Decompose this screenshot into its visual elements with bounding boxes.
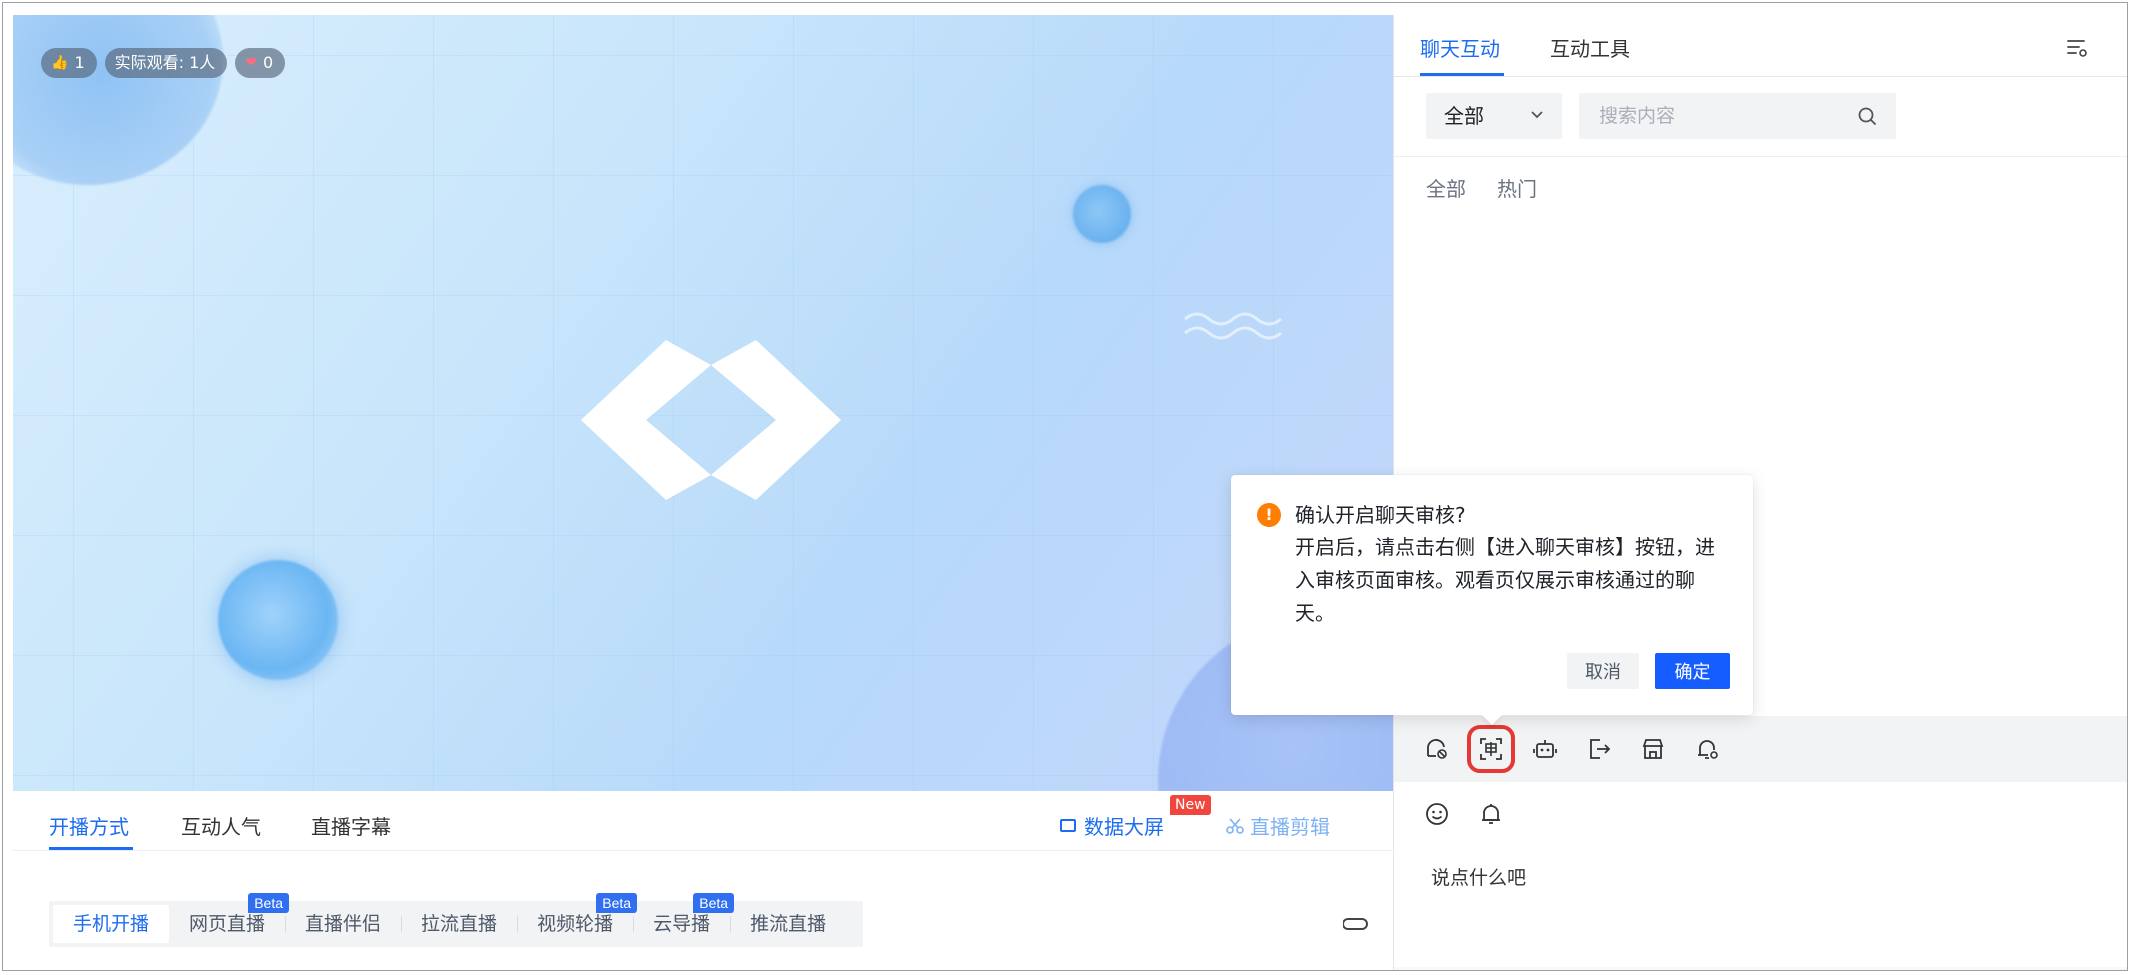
decorative-orb [218, 560, 338, 680]
chat-review-confirm-popover: ! 确认开启聊天审核? 开启后，请点击右侧【进入聊天审核】按钮，进入审核页面审核… [1231, 475, 1753, 715]
heart-icon: ❤ [245, 55, 258, 71]
brand-logo [581, 340, 841, 500]
monitor-icon [1060, 819, 1076, 832]
tab-interaction-popularity[interactable]: 互动人气 [181, 811, 261, 840]
mode-mobile-broadcast[interactable]: 手机开播 [53, 905, 170, 943]
beta-badge: Beta [693, 893, 735, 913]
robot-icon[interactable] [1532, 736, 1558, 762]
confirm-button[interactable]: 确定 [1655, 653, 1730, 689]
app-frame: 👍 1 实际观看: 1人 ❤ 0 开播方式 互动人气 直播字幕 数据大屏 New [2, 2, 2128, 971]
mode-label: 直播伴侣 [305, 913, 382, 935]
tab-live-subtitles[interactable]: 直播字幕 [311, 811, 391, 840]
viewer-count-badge: 实际观看: 1人 [104, 48, 228, 78]
search-icon[interactable] [1856, 105, 1878, 127]
filter-settings-icon[interactable] [2066, 37, 2088, 59]
mode-label: 云导播 [653, 913, 711, 935]
mode-video-loop[interactable]: 视频轮播 Beta [517, 893, 638, 943]
finger-icon: 👍 [51, 55, 69, 71]
tab-broadcast-method[interactable]: 开播方式 [49, 811, 129, 840]
mode-label: 网页直播 [189, 913, 266, 935]
heart-count: 0 [263, 53, 274, 72]
mode-label: 推流直播 [750, 913, 827, 935]
bell-icon[interactable] [1478, 801, 1504, 827]
subtab-hot[interactable]: 热门 [1497, 173, 1537, 202]
mode-web-live[interactable]: 网页直播 Beta [169, 893, 290, 943]
data-screen-label: 数据大屏 [1084, 815, 1164, 839]
mode-cloud-director[interactable]: 云导播 Beta [633, 893, 735, 943]
mode-pull-stream[interactable]: 拉流直播 [401, 905, 517, 943]
chat-message-input[interactable]: 说点什么吧 [1431, 863, 1526, 890]
decorative-orb [1073, 185, 1131, 243]
popover-title: 确认开启聊天审核? [1295, 503, 1466, 527]
mode-label: 视频轮播 [537, 913, 614, 935]
divider [1394, 156, 2127, 157]
live-stats-badges: 👍 1 实际观看: 1人 ❤ 0 [41, 48, 286, 78]
beta-badge: Beta [248, 893, 290, 913]
logout-icon[interactable] [1586, 736, 1612, 762]
chevron-down-icon [1531, 111, 1543, 119]
scissors-icon [1226, 817, 1244, 834]
select-value: 全部 [1444, 104, 1484, 128]
chat-toolbar [1394, 716, 2127, 782]
viewer-count: 实际观看: 1人 [114, 53, 216, 72]
message-filter-select[interactable]: 全部 [1426, 93, 1562, 139]
popover-message: 开启后，请点击右侧【进入聊天审核】按钮，进入审核页面审核。观看页仅展示审核通过的… [1295, 535, 1715, 625]
cancel-button[interactable]: 取消 [1567, 653, 1639, 689]
mode-push-stream[interactable]: 推流直播 [730, 905, 846, 943]
chat-review-icon[interactable] [1467, 725, 1515, 773]
bell-settings-icon[interactable] [1694, 736, 1720, 762]
broadcast-mode-selector: 手机开播 网页直播 Beta 直播伴侣 拉流直播 视频轮播 Beta 云导播 B… [49, 893, 863, 947]
wave-decoration [1184, 312, 1282, 340]
mode-label: 拉流直播 [421, 913, 498, 935]
search-input[interactable] [1579, 93, 1861, 139]
store-icon[interactable] [1640, 736, 1666, 762]
new-badge: New [1170, 795, 1211, 815]
like-count-badge: 👍 1 [41, 48, 97, 78]
mode-label: 手机开播 [73, 913, 150, 935]
video-preview: 👍 1 实际观看: 1人 ❤ 0 [13, 15, 1393, 791]
divider [1394, 76, 2127, 77]
live-clip-link[interactable]: 直播剪辑 [1226, 811, 1330, 840]
mode-live-companion[interactable]: 直播伴侣 [285, 905, 401, 943]
beta-badge: Beta [596, 893, 638, 913]
subtab-all[interactable]: 全部 [1426, 173, 1466, 202]
tab-chat-interaction[interactable]: 聊天互动 [1420, 33, 1500, 62]
footer-strip [1394, 967, 2127, 970]
switch-settings-icon[interactable] [1343, 911, 1369, 937]
data-screen-link[interactable]: 数据大屏 [1060, 811, 1164, 840]
emoji-icon[interactable] [1424, 801, 1450, 827]
warning-icon: ! [1257, 503, 1281, 527]
live-clip-label: 直播剪辑 [1250, 815, 1330, 839]
active-tab-indicator [49, 847, 133, 850]
heart-count-badge: ❤ 0 [235, 48, 286, 78]
like-count: 1 [74, 53, 85, 72]
bottom-tab-bar: 开播方式 互动人气 直播字幕 数据大屏 New 直播剪辑 [13, 791, 1393, 851]
tab-interaction-tools[interactable]: 互动工具 [1550, 33, 1630, 62]
chat-search [1579, 93, 1896, 139]
mute-settings-icon[interactable] [1424, 736, 1450, 762]
